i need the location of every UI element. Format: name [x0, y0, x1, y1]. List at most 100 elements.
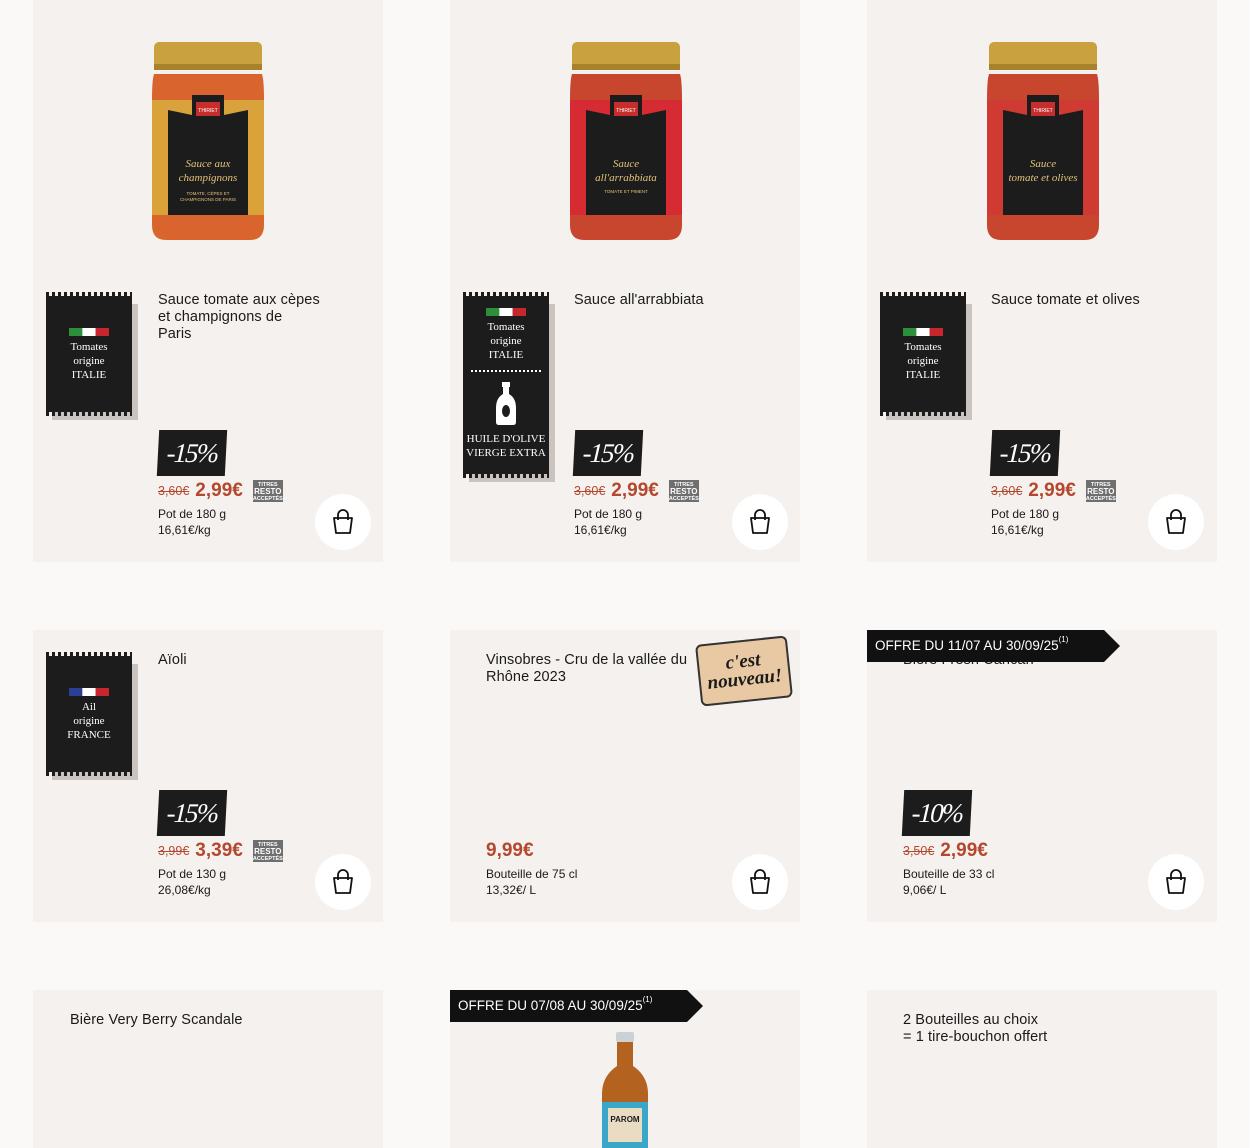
- product-title[interactable]: Vinsobres - Cru de la vallée du Rhône 20…: [486, 652, 716, 686]
- product-title[interactable]: Bière Very Berry Scandale: [70, 1012, 330, 1029]
- origin-text: Tomates: [487, 321, 525, 333]
- titres-resto-icon: TITRES RESTO ACCEPTÉS: [668, 480, 699, 502]
- product-image[interactable]: THIRIET Sauce aux champignons TOMATE, CÈ…: [148, 40, 268, 245]
- price-per-liter: 13,32€/ L: [486, 883, 537, 897]
- package-size: Bouteille de 75 cl: [486, 867, 578, 881]
- origin-text: origine: [907, 355, 939, 367]
- jar-name: Sauce: [613, 158, 639, 170]
- france-flag-icon: [69, 688, 109, 696]
- shopping-bag-icon: [1166, 869, 1186, 894]
- jar-desc: CHAMPIGNONS DE PARIS: [180, 197, 236, 202]
- unit-info: Pot de 180 g 16,61€/kg: [158, 506, 226, 538]
- package-size: Bouteille de 33 cl: [903, 867, 995, 881]
- price-row: 9,99€: [486, 840, 534, 866]
- unit-info: Pot de 130 g 26,08€/kg: [158, 866, 226, 898]
- add-to-cart-button[interactable]: [732, 494, 788, 550]
- add-to-cart-button[interactable]: [1148, 494, 1204, 550]
- price-row: 3,99€ 3,39€ TITRES RESTO ACCEPTÉS: [158, 840, 283, 866]
- discount-badge: -15%: [989, 430, 1061, 476]
- origin-text: ITALIE: [905, 369, 941, 381]
- product-image[interactable]: THIRIET Sauce tomate et olives: [983, 40, 1103, 245]
- jar-name: tomate et olives: [1008, 172, 1077, 184]
- price-per-kg: 16,61€/kg: [158, 523, 211, 537]
- product-title[interactable]: Sauce tomate et olives: [991, 292, 1191, 309]
- origin-text: ITALIE: [488, 349, 524, 361]
- price-per-kg: 16,61€/kg: [991, 523, 1044, 537]
- unit-info: Pot de 180 g 16,61€/kg: [991, 506, 1059, 538]
- package-size: Pot de 180 g: [574, 507, 643, 521]
- add-to-cart-button[interactable]: [315, 494, 371, 550]
- origin-text: origine: [490, 335, 522, 347]
- jar-brand: THIRIET: [616, 108, 635, 114]
- price-row: 3,50€ 2,99€: [903, 840, 988, 866]
- offer-banner: OFFRE DU 07/08 AU 30/09/25(1): [450, 990, 703, 1022]
- titres-resto-icon: TITRES RESTO ACCEPTÉS: [252, 480, 283, 502]
- olive-oil-bottle-icon: [496, 382, 516, 425]
- shopping-bag-icon: [1166, 509, 1186, 534]
- italy-flag-icon: [903, 328, 943, 336]
- titres-resto-icon: TITRES RESTO ACCEPTÉS: [252, 840, 283, 862]
- jar-name: champignons: [179, 172, 238, 184]
- price-row: 3,60€ 2,99€ TITRES RESTO ACCEPTÉS: [574, 480, 699, 506]
- product-title[interactable]: Sauce tomate aux cèpes et champignons de…: [158, 292, 348, 343]
- new-product-badge: c'est nouveau!: [695, 635, 793, 707]
- origin-text: ITALIE: [71, 369, 107, 381]
- price-per-liter: 9,06€/ L: [903, 883, 947, 897]
- price-per-kg: 16,61€/kg: [574, 523, 627, 537]
- origin-text: HUILE D'OLIVE: [466, 433, 546, 445]
- current-price: 2,99€: [195, 480, 243, 501]
- titres-resto-icon: TITRES RESTO ACCEPTÉS: [1085, 480, 1116, 502]
- origin-text: Tomates: [70, 341, 108, 353]
- product-title[interactable]: Aïoli: [158, 652, 348, 669]
- bottle-label: PAROM: [610, 1115, 640, 1124]
- add-to-cart-button[interactable]: [1148, 854, 1204, 910]
- italy-flag-icon: [69, 328, 109, 336]
- jar-desc: TOMATE ET PIMENT: [604, 189, 648, 194]
- old-price: 3,50€: [903, 844, 935, 858]
- discount-badge: -10%: [901, 790, 973, 836]
- package-size: Pot de 180 g: [991, 507, 1060, 521]
- jar-name: Sauce aux: [186, 158, 231, 170]
- shopping-bag-icon: [333, 869, 353, 894]
- old-price: 3,60€: [158, 484, 190, 498]
- old-price: 3,60€: [991, 484, 1023, 498]
- product-title[interactable]: 2 Bouteilles au choix = 1 tire-bouchon o…: [903, 1012, 1163, 1046]
- old-price: 3,60€: [574, 484, 606, 498]
- unit-info: Bouteille de 33 cl 9,06€/ L: [903, 866, 994, 898]
- price-per-kg: 26,08€/kg: [158, 883, 211, 897]
- origin-text: VIERGE EXTRA: [466, 447, 546, 459]
- origin-text: FRANCE: [67, 729, 111, 741]
- add-to-cart-button[interactable]: [315, 854, 371, 910]
- discount-badge: -15%: [156, 790, 228, 836]
- current-price: 2,99€: [611, 480, 659, 501]
- jar-name: Sauce: [1030, 158, 1056, 170]
- old-price: 3,99€: [158, 844, 190, 858]
- origin-text: origine: [73, 355, 105, 367]
- product-image[interactable]: THIRIET Sauce all'arrabbiata TOMATE ET P…: [566, 40, 686, 245]
- discount-badge: -15%: [156, 430, 228, 476]
- italy-flag-icon: [486, 308, 526, 316]
- jar-desc: TOMATE, CÈPES ET: [186, 190, 229, 196]
- shopping-bag-icon: [750, 869, 770, 894]
- jar-brand: THIRIET: [198, 108, 217, 114]
- shopping-bag-icon: [750, 509, 770, 534]
- current-price: 9,99€: [486, 840, 534, 861]
- offer-banner: OFFRE DU 11/07 AU 30/09/25(1): [867, 630, 1120, 662]
- price-row: 3,60€ 2,99€ TITRES RESTO ACCEPTÉS: [158, 480, 283, 506]
- unit-info: Pot de 180 g 16,61€/kg: [574, 506, 642, 538]
- current-price: 3,39€: [195, 840, 243, 861]
- origin-text: Tomates: [904, 341, 942, 353]
- product-image[interactable]: PAROM: [596, 1032, 654, 1148]
- jar-name: all'arrabbiata: [595, 172, 657, 184]
- jar-brand: THIRIET: [1033, 108, 1052, 114]
- shopping-bag-icon: [333, 509, 353, 534]
- origin-text: Ail: [81, 701, 97, 713]
- package-size: Pot de 180 g: [158, 507, 227, 521]
- discount-badge: -15%: [572, 430, 644, 476]
- product-title[interactable]: Sauce all'arrabbiata: [574, 292, 774, 309]
- current-price: 2,99€: [940, 840, 988, 861]
- unit-info: Bouteille de 75 cl 13,32€/ L: [486, 866, 577, 898]
- current-price: 2,99€: [1028, 480, 1076, 501]
- price-row: 3,60€ 2,99€ TITRES RESTO ACCEPTÉS: [991, 480, 1116, 506]
- add-to-cart-button[interactable]: [732, 854, 788, 910]
